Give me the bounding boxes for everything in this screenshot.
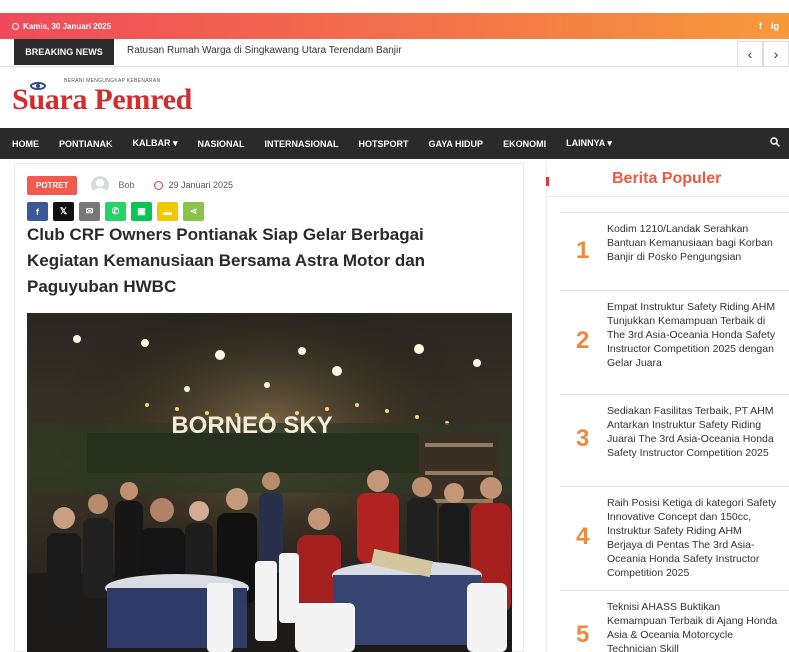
popular-item[interactable]: 3 Sediakan Fasilitas Terbaik, PT AHM Ant…: [560, 394, 789, 486]
popular-news-header: Berita Populer: [546, 165, 789, 197]
current-date: Kamis, 30 Januari 2025: [12, 22, 111, 31]
nav-item-kalbar[interactable]: KALBAR ▾: [133, 138, 178, 149]
popular-item-number: 4: [576, 523, 590, 550]
share-x-button[interactable]: 𝕏: [53, 202, 74, 221]
popular-item-title[interactable]: Teknisi AHASS Buktikan Kemampuan Terbaik…: [607, 600, 779, 652]
clock-icon: [12, 22, 19, 30]
article-date-text: 29 Januari 2025: [168, 180, 234, 190]
share-more-button[interactable]: ⋖: [183, 202, 204, 221]
clock-icon: [154, 180, 164, 190]
nav-item-lainnya[interactable]: LAINNYA ▾: [566, 138, 612, 149]
article-photo: BORNEO SKY: [27, 313, 512, 652]
nav-item-gaya-hidup[interactable]: GAYA HIDUP: [429, 139, 484, 149]
next-arrow-icon[interactable]: ›: [763, 41, 789, 67]
article-title: Club CRF Owners Pontianak Siap Gelar Ber…: [27, 225, 426, 296]
nav-item-ekonomi[interactable]: EKONOMI: [503, 139, 546, 149]
author-avatar-icon: [91, 176, 110, 194]
popular-item-number: 3: [576, 425, 590, 452]
event-photo-illustration: BORNEO SKY: [27, 313, 512, 652]
nav-item-home[interactable]: HOME: [12, 139, 39, 149]
share-line-button[interactable]: ▣: [131, 202, 152, 221]
article-date: 29 Januari 2025: [154, 180, 233, 190]
current-date-text: Kamis, 30 Januari 2025: [23, 21, 112, 31]
popular-item-number: 2: [576, 327, 590, 354]
popular-item[interactable]: 1 Kodim 1210/Landak Serahkan Bantuan Kem…: [560, 212, 789, 290]
borneo-sky-sign: BORNEO SKY: [171, 412, 332, 439]
popular-item-title[interactable]: Kodim 1210/Landak Serahkan Bantuan Keman…: [607, 222, 779, 264]
facebook-icon[interactable]: f: [759, 21, 762, 31]
popular-item-title[interactable]: Raih Posisi Ketiga di kategori Safety In…: [607, 496, 779, 580]
nav-item-pontianak[interactable]: PONTIANAK: [59, 139, 113, 149]
breaking-news-label: BREAKING NEWS: [14, 39, 114, 65]
share-email-button[interactable]: ✉: [79, 202, 100, 221]
social-links: f ig: [759, 21, 779, 31]
author-name[interactable]: Bob: [118, 180, 134, 190]
share-facebook-button[interactable]: f: [27, 202, 48, 221]
main-navigation: HOME PONTIANAK KALBAR ▾ NASIONAL INTERNA…: [0, 128, 789, 159]
popular-item-title[interactable]: Sediakan Fasilitas Terbaik, PT AHM Antar…: [607, 404, 779, 460]
popular-item-number: 5: [576, 621, 590, 648]
nav-item-internasional[interactable]: INTERNASIONAL: [265, 139, 339, 149]
instagram-icon[interactable]: ig: [771, 21, 779, 31]
popular-item-number: 1: [576, 237, 590, 264]
top-bar: Kamis, 30 Januari 2025 f ig: [0, 13, 789, 39]
popular-item-title[interactable]: Empat Instruktur Safety Riding AHM Tunju…: [607, 300, 779, 370]
nav-item-hotsport[interactable]: HOTSPORT: [359, 139, 409, 149]
popular-item[interactable]: 5 Teknisi AHASS Buktikan Kemampuan Terba…: [560, 590, 789, 652]
section-marker: [546, 177, 549, 186]
popular-item[interactable]: 2 Empat Instruktur Safety Riding AHM Tun…: [560, 290, 789, 394]
prev-arrow-icon[interactable]: ‹: [737, 41, 763, 67]
eye-icon: [30, 82, 46, 90]
breaking-news-headline[interactable]: Ratusan Rumah Warga di Singkawang Utara …: [127, 39, 402, 65]
category-badge[interactable]: POTRET: [27, 175, 78, 195]
share-buttons: f 𝕏 ✉ ✆ ▣ ▬ ⋖: [27, 202, 204, 221]
breaking-news-bar: BREAKING NEWS Ratusan Rumah Warga di Sin…: [0, 39, 789, 67]
share-sms-button[interactable]: ▬: [157, 202, 178, 221]
popular-news-title: Berita Populer: [612, 170, 722, 187]
search-icon[interactable]: [770, 137, 780, 147]
article-meta: POTRET Bob 29 Januari 2025: [27, 175, 233, 195]
breaking-news-nav: ‹ ›: [737, 41, 789, 67]
share-whatsapp-button[interactable]: ✆: [105, 202, 126, 221]
popular-item[interactable]: 4 Raih Posisi Ketiga di kategori Safety …: [560, 486, 789, 590]
nav-item-nasional[interactable]: NASIONAL: [198, 139, 245, 149]
